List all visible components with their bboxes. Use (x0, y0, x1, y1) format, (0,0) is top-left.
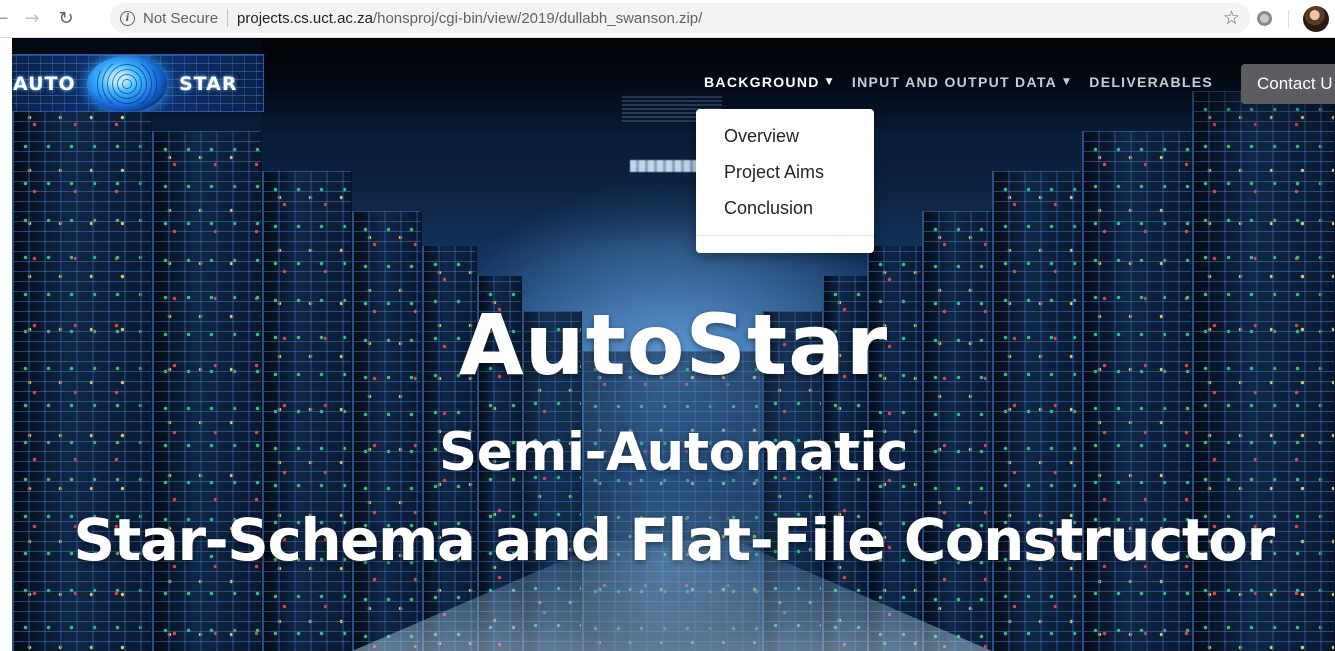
hero-subtitle-line2: Star-Schema and Flat-File Constructor (73, 506, 1275, 574)
dropdown-item-project-aims[interactable]: Project Aims (696, 159, 874, 195)
reload-button[interactable]: ↻ (52, 5, 80, 33)
site-navbar: AUTO STAR BACKGROUND ▼ INPUT AND OUTPUT … (12, 38, 1335, 130)
contact-us-button[interactable]: Contact U (1241, 64, 1335, 104)
security-label: Not Secure (143, 9, 219, 27)
toolbar-divider (1288, 10, 1289, 28)
caret-down-icon: ▼ (825, 77, 834, 87)
background-dropdown-menu: Overview Project Aims Conclusion (696, 109, 874, 253)
dropdown-item-conclusion[interactable]: Conclusion (696, 195, 874, 231)
bookmark-star-icon[interactable]: ☆ (1223, 7, 1240, 29)
profile-avatar[interactable] (1303, 6, 1329, 32)
nav-item-label: BACKGROUND (704, 74, 820, 90)
browser-toolbar: ← → ↻ i Not Secure projects.cs.uct.ac.za… (0, 0, 1335, 38)
dropdown-divider (696, 235, 874, 236)
forward-button[interactable]: → (18, 5, 46, 33)
logo-text-auto: AUTO (13, 73, 76, 95)
nav-item-label: INPUT AND OUTPUT DATA (851, 74, 1058, 90)
nav-item-background[interactable]: BACKGROUND ▼ (704, 74, 834, 90)
hero-title: AutoStar (458, 296, 889, 394)
url-host: projects.cs.uct.ac.za (237, 9, 373, 27)
extension-icon[interactable] (1257, 11, 1272, 26)
nav-item-input-output-data[interactable]: INPUT AND OUTPUT DATA ▼ (852, 74, 1071, 90)
back-button[interactable]: ← (0, 5, 10, 33)
logo-text-star: STAR (179, 73, 238, 95)
main-menu: BACKGROUND ▼ INPUT AND OUTPUT DATA ▼ DEL… (704, 74, 1231, 90)
hero-subtitle-line1: Semi-Automatic (439, 422, 908, 483)
nav-item-label: DELIVERABLES (1089, 74, 1214, 90)
page-viewport: AUTO STAR BACKGROUND ▼ INPUT AND OUTPUT … (12, 38, 1335, 651)
brain-icon (87, 56, 167, 111)
info-icon[interactable]: i (120, 10, 135, 26)
caret-down-icon: ▼ (1063, 77, 1072, 87)
omnibox-divider (227, 9, 229, 27)
nav-item-deliverables[interactable]: DELIVERABLES (1089, 74, 1213, 90)
url-path: /honsproj/cgi-bin/view/2019/dullabh_swan… (372, 9, 703, 27)
address-bar[interactable]: i Not Secure projects.cs.uct.ac.za/honsp… (110, 3, 1250, 33)
dropdown-item-overview[interactable]: Overview (696, 123, 874, 159)
site-logo[interactable]: AUTO STAR (12, 54, 264, 112)
